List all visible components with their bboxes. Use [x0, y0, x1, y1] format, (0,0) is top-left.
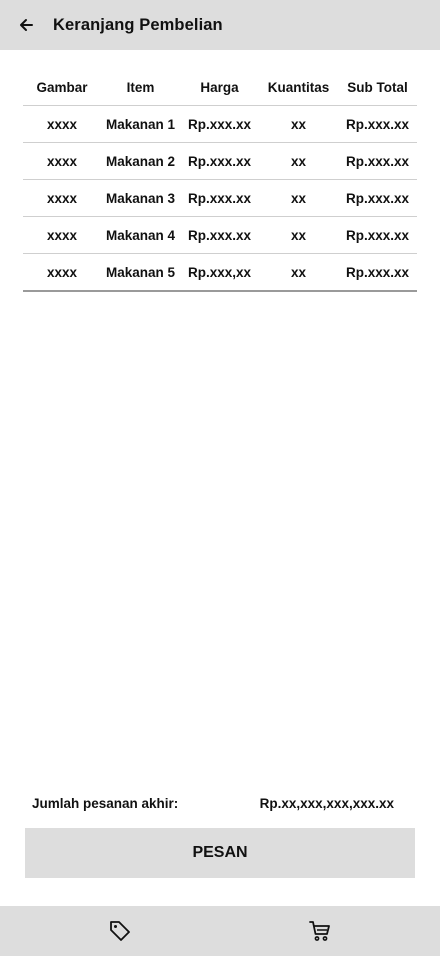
cell-item: Makanan 2 [101, 142, 180, 180]
cart-icon [309, 921, 330, 941]
cell-kuantitas: xx [259, 105, 338, 143]
column-header-gambar: Gambar [23, 70, 101, 106]
table-row: xxxx Makanan 4 Rp.xxx.xx xx Rp.xxx.xx [23, 216, 417, 254]
cell-kuantitas: xx [259, 142, 338, 180]
cell-gambar: xxxx [23, 179, 101, 217]
cell-kuantitas: xx [259, 179, 338, 217]
cell-item: Makanan 4 [101, 216, 180, 254]
cell-item: Makanan 1 [101, 105, 180, 143]
back-button[interactable] [14, 13, 38, 37]
cell-gambar: xxxx [23, 142, 101, 180]
order-button[interactable]: PESAN [25, 828, 415, 878]
cell-harga: Rp.xxx.xx [180, 179, 259, 217]
cell-item: Makanan 3 [101, 179, 180, 217]
cell-sub-total: Rp.xxx.xx [338, 253, 417, 292]
cell-harga: Rp.xxx.xx [180, 105, 259, 143]
order-total-value: Rp.xx,xxx,xxx,xxx.xx [259, 795, 394, 811]
column-header-kuantitas: Kuantitas [259, 70, 338, 106]
cell-gambar: xxxx [23, 216, 101, 254]
table-row: xxxx Makanan 1 Rp.xxx.xx xx Rp.xxx.xx [23, 105, 417, 143]
table-row: xxxx Makanan 2 Rp.xxx.xx xx Rp.xxx.xx [23, 142, 417, 180]
table-row: xxxx Makanan 5 Rp.xxx,xx xx Rp.xxx.xx [23, 253, 417, 292]
cell-gambar: xxxx [23, 253, 101, 292]
bottom-nav [0, 906, 440, 956]
cell-harga: Rp.xxx,xx [180, 253, 259, 292]
column-header-sub-total: Sub Total [338, 70, 417, 106]
nav-item-cart[interactable] [307, 918, 333, 944]
page-title: Keranjang Pembelian [53, 15, 223, 34]
cell-harga: Rp.xxx.xx [180, 142, 259, 180]
cart-table: Gambar Item Harga Kuantitas Sub Total xx… [23, 70, 417, 292]
cell-sub-total: Rp.xxx.xx [338, 105, 417, 143]
cell-sub-total: Rp.xxx.xx [338, 142, 417, 180]
cell-kuantitas: xx [259, 253, 338, 292]
cell-harga: Rp.xxx.xx [180, 216, 259, 254]
cell-gambar: xxxx [23, 105, 101, 143]
table-header-row: Gambar Item Harga Kuantitas Sub Total [23, 70, 417, 106]
order-total-row: Jumlah pesanan akhir: Rp.xx,xxx,xxx,xxx.… [32, 794, 394, 812]
cell-kuantitas: xx [259, 216, 338, 254]
column-header-item: Item [101, 70, 180, 106]
arrow-left-icon [20, 19, 33, 31]
column-header-harga: Harga [180, 70, 259, 106]
app-header: Keranjang Pembelian [0, 0, 440, 50]
nav-item-tag[interactable] [107, 918, 133, 944]
order-total-label: Jumlah pesanan akhir: [32, 795, 179, 811]
cell-sub-total: Rp.xxx.xx [338, 179, 417, 217]
cell-sub-total: Rp.xxx.xx [338, 216, 417, 254]
tag-icon [110, 921, 130, 941]
cell-item: Makanan 5 [101, 253, 180, 292]
table-row: xxxx Makanan 3 Rp.xxx.xx xx Rp.xxx.xx [23, 179, 417, 217]
